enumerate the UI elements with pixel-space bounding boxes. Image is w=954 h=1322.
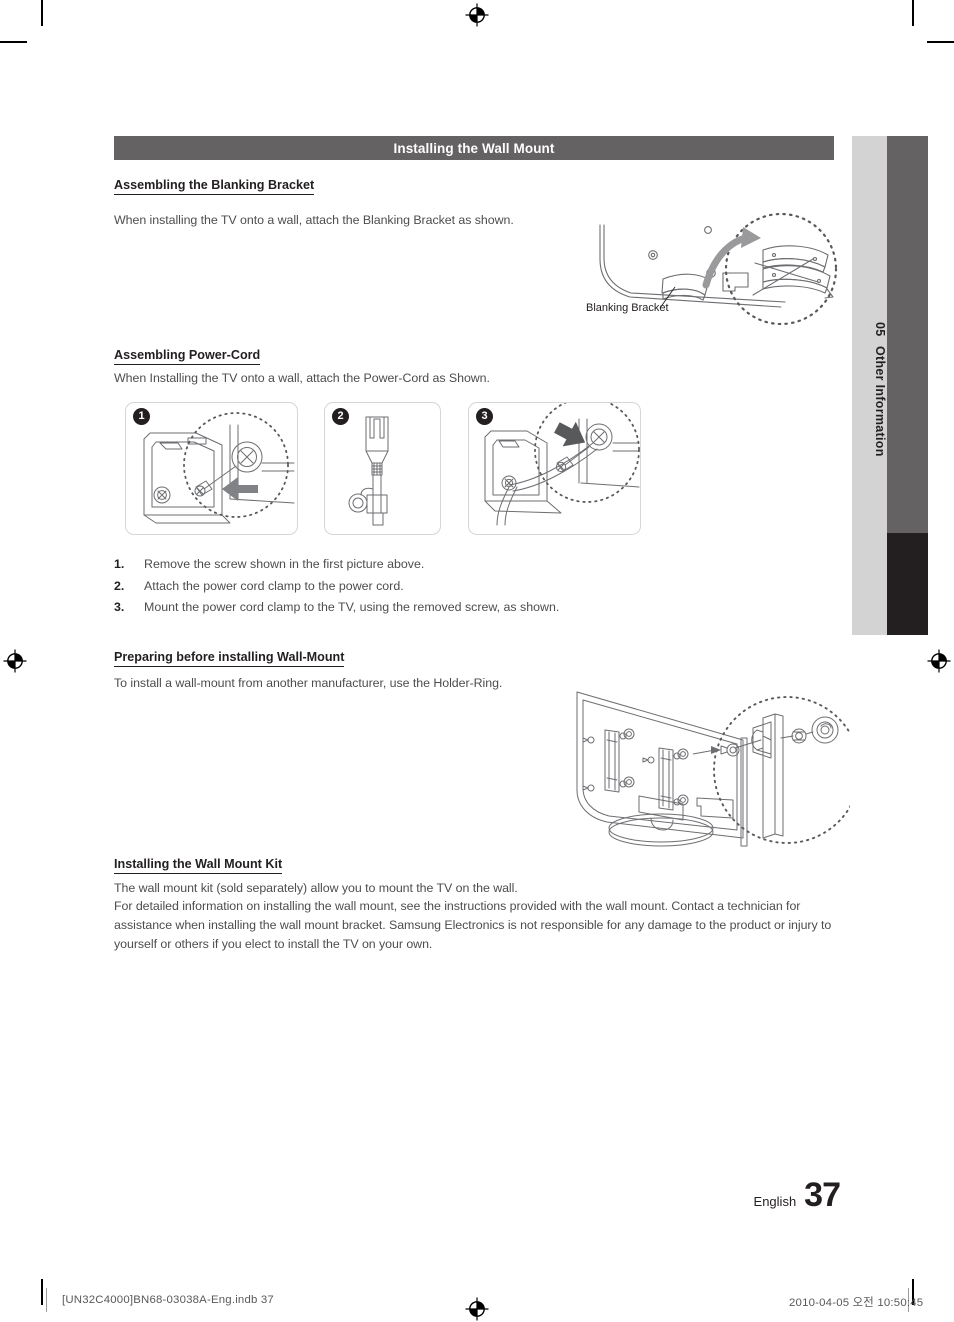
illustration-panel-1	[125, 402, 298, 535]
paragraph-wall-mount-kit-line1: The wall mount kit (sold separately) all…	[114, 881, 518, 895]
paragraph-preparing-wall-mount: To install a wall-mount from another man…	[114, 676, 503, 690]
page-number-block: English 37	[753, 1176, 841, 1214]
footer-file-info: [UN32C4000]BN68-03038A-Eng.indb 37	[62, 1294, 274, 1306]
paragraph-power-cord: When Installing the TV onto a wall, atta…	[114, 371, 490, 385]
registration-mark-right	[927, 649, 951, 673]
panel-badge-1: 1	[133, 408, 150, 425]
registration-mark-bottom	[465, 1297, 489, 1321]
figure-caption-blanking-bracket: Blanking Bracket	[586, 302, 669, 314]
illustration-panel-3	[468, 402, 641, 535]
crop-mark-top-left-horizontal	[0, 41, 27, 43]
step-text: Attach the power cord clamp to the power…	[144, 578, 404, 593]
crop-mark-top-left-vertical	[41, 0, 43, 26]
footer-rule-left	[46, 1288, 47, 1312]
crop-mark-top-right-vertical	[912, 0, 914, 26]
step-number: 1.	[114, 557, 125, 571]
language-label: English	[753, 1194, 797, 1209]
heading-assembling-power-cord: Assembling Power-Cord	[114, 348, 261, 365]
figure-mount-clamp	[484, 403, 640, 526]
page-number: 37	[804, 1176, 841, 1214]
chapter-number: 05	[873, 322, 887, 337]
chapter-tab-black-bar	[887, 533, 928, 635]
paragraph-wall-mount-kit-line2: For detailed information on installing t…	[114, 899, 832, 951]
chapter-name: Other Information	[873, 345, 887, 457]
panel-badge-3: 3	[476, 408, 493, 425]
heading-preparing-wall-mount: Preparing before installing Wall-Mount	[114, 650, 345, 667]
step-text: Remove the screw shown in the first pict…	[144, 557, 425, 571]
chapter-tab-label: 05 Other Information	[852, 136, 887, 635]
figure-remove-screw	[143, 412, 295, 524]
document-page: Installing the Wall Mount 05 Other Infor…	[0, 0, 954, 1321]
crop-mark-top-right-horizontal	[927, 41, 954, 43]
paragraph-blanking-bracket: When installing the TV onto a wall, atta…	[114, 213, 514, 227]
heading-installing-wall-mount-kit: Installing the Wall Mount Kit	[114, 857, 283, 874]
footer-timestamp: 2010-04-05 오전 10:50:45	[789, 1297, 924, 1309]
list-item: 1. Remove the screw shown in the first p…	[114, 554, 734, 576]
section-title-bar: Installing the Wall Mount	[114, 136, 834, 160]
chapter-tab-dark-bar	[887, 136, 928, 533]
registration-mark-left	[3, 649, 27, 673]
list-item: 2. Attach the power cord clamp to the po…	[114, 576, 734, 598]
step-text: Mount the power cord clamp to the TV, us…	[144, 600, 560, 614]
registration-mark-top	[465, 3, 489, 27]
step-number: 2.	[114, 578, 125, 593]
crop-mark-bottom-left-vertical	[41, 1279, 43, 1305]
heading-assembling-blanking-bracket: Assembling the Blanking Bracket	[114, 178, 315, 195]
power-cord-step-list: 1. Remove the screw shown in the first p…	[114, 554, 734, 619]
list-item: 3. Mount the power cord clamp to the TV,…	[114, 597, 734, 619]
step-number: 3.	[114, 600, 125, 614]
panel-badge-2: 2	[332, 408, 349, 425]
figure-holder-ring	[576, 691, 850, 847]
